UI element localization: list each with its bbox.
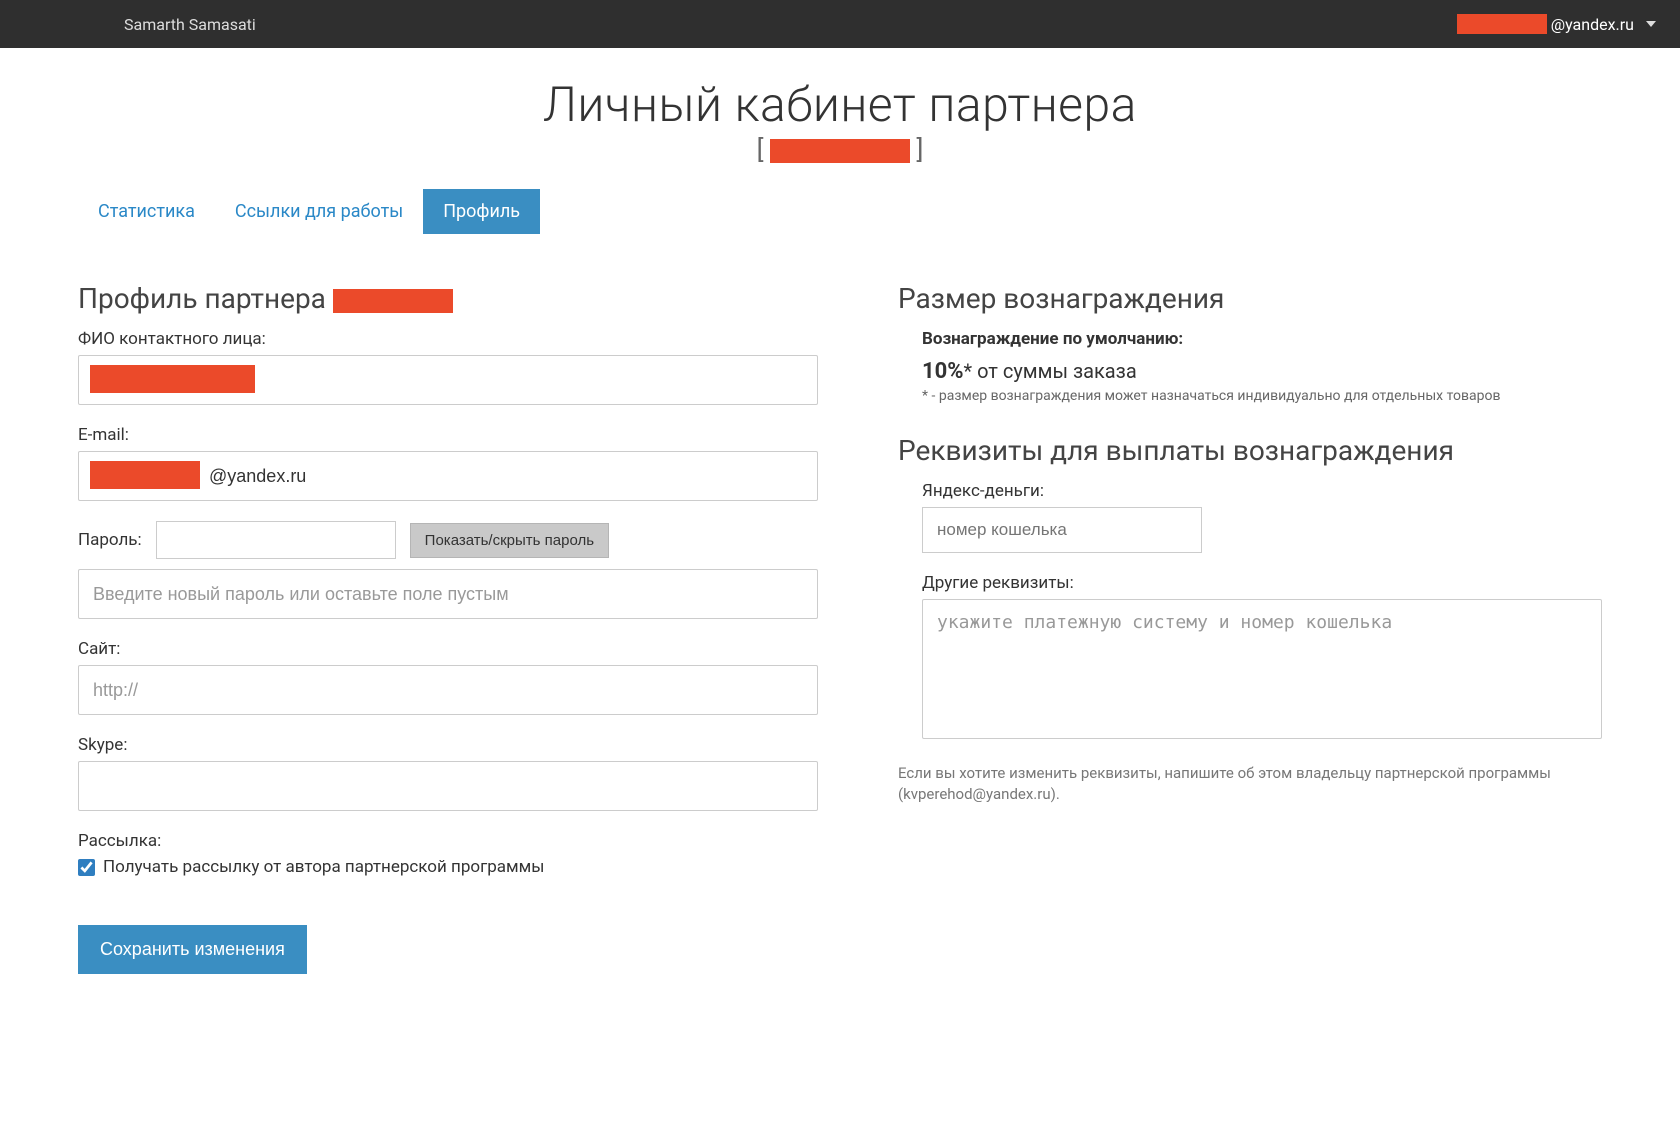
toggle-password-button[interactable]: Показать/скрыть пароль	[410, 523, 609, 558]
skype-input[interactable]	[78, 761, 818, 811]
redacted-email-prefix-input	[90, 461, 200, 489]
mailing-checkbox-label: Получать рассылку от автора партнерской …	[103, 857, 544, 877]
partner-id-line: [ ]	[78, 135, 1602, 165]
brand-name: Samarth Samasati	[24, 15, 256, 34]
redacted-fio-value	[90, 365, 255, 393]
tab-statistics[interactable]: Статистика	[78, 189, 215, 234]
skype-label: Skype:	[78, 735, 818, 755]
email-label: E-mail:	[78, 425, 818, 445]
new-password-input[interactable]	[78, 569, 818, 619]
page-title: Личный кабинет партнера	[78, 76, 1602, 133]
reward-of-order: * от суммы заказа	[964, 359, 1137, 383]
bracket-close: ]	[910, 135, 923, 165]
save-button[interactable]: Сохранить изменения	[78, 925, 307, 974]
other-details-label: Другие реквизиты:	[922, 573, 1602, 593]
reward-note: * - размер вознаграждения может назначат…	[922, 388, 1602, 404]
user-email-suffix: @yandex.ru	[1551, 15, 1634, 34]
password-label: Пароль:	[78, 530, 142, 550]
profile-title-prefix: Профиль партнера	[78, 282, 333, 315]
site-input[interactable]	[78, 665, 818, 715]
reward-percent-value: 10%	[922, 359, 964, 384]
reward-section-title: Размер вознаграждения	[898, 282, 1602, 315]
tab-profile[interactable]: Профиль	[423, 189, 540, 234]
redacted-partner-id	[770, 139, 910, 163]
payout-section-title: Реквизиты для выплаты вознаграждения	[898, 434, 1602, 467]
current-password-input[interactable]	[156, 521, 396, 559]
chevron-down-icon	[1646, 21, 1656, 27]
bracket-open: [	[757, 135, 770, 165]
profile-section-title: Профиль партнера	[78, 282, 818, 315]
yandex-money-input[interactable]	[922, 507, 1202, 553]
topbar: Samarth Samasati @yandex.ru	[0, 0, 1680, 48]
payout-footer-note: Если вы хотите изменить реквизиты, напиш…	[898, 763, 1602, 805]
site-label: Сайт:	[78, 639, 818, 659]
mailing-checkbox[interactable]	[78, 859, 95, 876]
reward-default-label: Вознаграждение по умолчанию:	[922, 329, 1602, 349]
mailing-label: Рассылка:	[78, 831, 818, 851]
tab-links[interactable]: Ссылки для работы	[215, 189, 423, 234]
reward-percent: 10%* от суммы заказа	[922, 359, 1602, 384]
tabs: Статистика Ссылки для работы Профиль	[78, 189, 1602, 234]
yandex-money-label: Яндекс-деньги:	[922, 481, 1602, 501]
other-details-textarea[interactable]	[922, 599, 1602, 739]
fio-label: ФИО контактного лица:	[78, 329, 818, 349]
redacted-partner-name	[333, 289, 453, 313]
redacted-email-prefix	[1457, 14, 1547, 34]
user-menu[interactable]: @yandex.ru	[1457, 14, 1656, 34]
